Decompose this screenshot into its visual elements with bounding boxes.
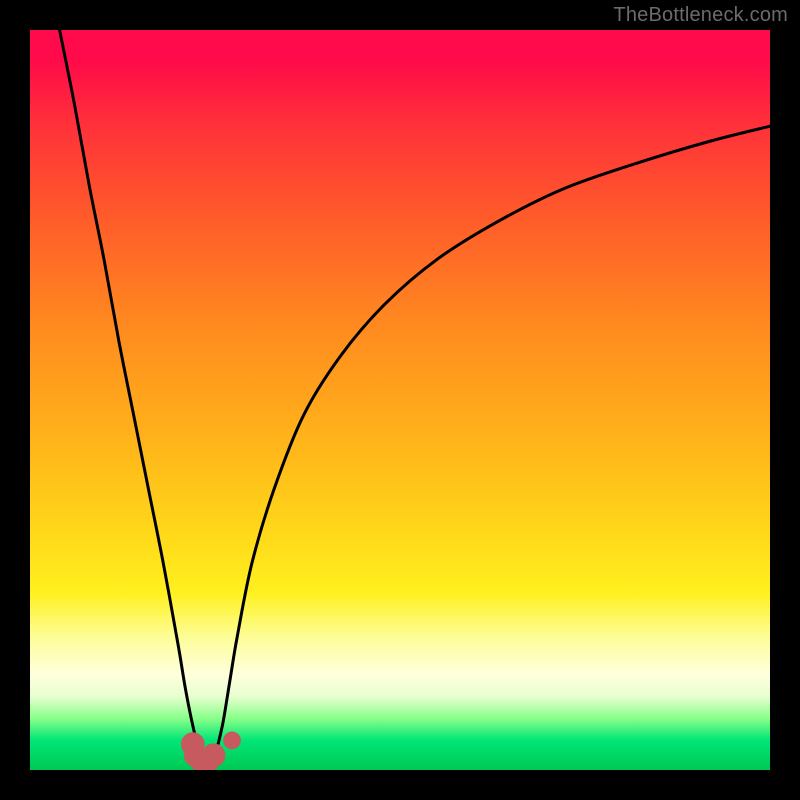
marker-valley-right	[223, 732, 241, 750]
marker-valley-mid-4	[202, 743, 226, 767]
curve-bottleneck-curve-right	[211, 126, 770, 762]
chart-markers-group	[181, 732, 241, 770]
curve-bottleneck-curve-left	[60, 30, 204, 763]
chart-plot-area	[30, 30, 770, 770]
chart-svg	[30, 30, 770, 770]
chart-curves-group	[60, 30, 770, 763]
chart-frame: TheBottleneck.com	[0, 0, 800, 800]
watermark-text: TheBottleneck.com	[613, 4, 788, 27]
